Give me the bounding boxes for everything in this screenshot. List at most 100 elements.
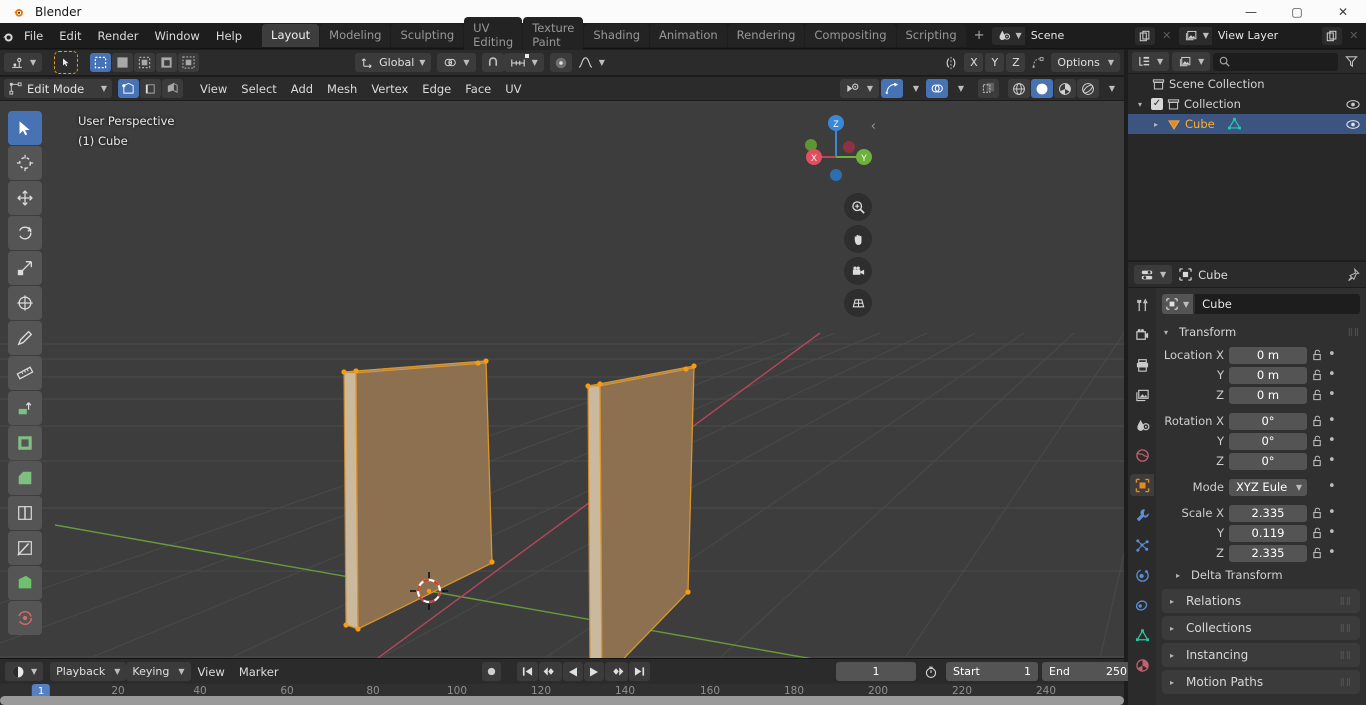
animate-dot-icon[interactable]: • (1328, 454, 1336, 467)
loop-cut-tool-button[interactable] (8, 496, 42, 530)
collections-panel[interactable]: ▸ Collections ⣿⣿ (1162, 616, 1360, 640)
pivot-point-dropdown[interactable]: ▼ (437, 53, 476, 72)
object-properties-tab[interactable] (1130, 474, 1154, 496)
view-layer-name[interactable]: View Layer (1211, 26, 1320, 45)
jump-to-end-button[interactable] (629, 662, 650, 681)
proportional-editing-button[interactable] (549, 53, 572, 72)
toggle-ortho-icon[interactable] (844, 289, 872, 317)
viewport-menu-add[interactable]: Add (284, 80, 320, 98)
3d-viewport[interactable]: User Perspective (1) Cube Z Y X ‹ (0, 101, 1124, 658)
workspace-tab-modeling[interactable]: Modeling (320, 24, 391, 47)
timeline-ruler[interactable]: 20 40 60 80 100 120 140 160 180 200 220 … (0, 684, 1124, 705)
expand-triangle-icon[interactable]: ▾ (1164, 328, 1173, 337)
expand-triangle-icon[interactable]: ▸ (1170, 597, 1179, 606)
measure-tool-button[interactable] (8, 356, 42, 390)
new-view-layer-button[interactable] (1321, 26, 1342, 45)
material-preview-button[interactable] (1054, 79, 1076, 98)
solid-shading-button[interactable] (1031, 79, 1053, 98)
gizmo-toggle-button[interactable] (881, 79, 903, 98)
viewport-canvas[interactable] (0, 101, 1124, 658)
timeline-menu-view[interactable]: View (191, 663, 232, 681)
mirror-y-button[interactable]: Y (985, 53, 1005, 72)
workspace-tab-layout[interactable]: Layout (262, 24, 320, 47)
modifier-properties-tab[interactable] (1130, 504, 1154, 526)
add-workspace-button[interactable]: + (967, 25, 992, 46)
select-intersect-button[interactable] (178, 53, 200, 72)
object-name-value[interactable]: Cube (1195, 294, 1360, 314)
frame-end-field[interactable]: End 250 (1042, 662, 1134, 681)
pin-icon[interactable] (1346, 267, 1360, 282)
gizmo-settings-dropdown[interactable]: ▼ (905, 79, 924, 98)
expand-triangle-icon[interactable]: ▾ (1138, 100, 1147, 109)
prev-keyframe-button[interactable] (539, 662, 562, 681)
delta-transform-panel[interactable]: ▸ Delta Transform (1162, 564, 1360, 586)
new-scene-button[interactable] (1134, 26, 1155, 45)
timeline-menu-playback[interactable]: Playback ▼ (50, 662, 127, 681)
animate-dot-icon[interactable]: • (1328, 546, 1336, 559)
lock-icon[interactable] (1312, 349, 1323, 361)
constraint-properties-tab[interactable] (1130, 594, 1154, 616)
mirror-x-button[interactable]: X (964, 53, 984, 72)
animate-dot-icon[interactable]: • (1328, 414, 1336, 427)
rotation-mode-dropdown[interactable]: XYZ Eule ▼ (1229, 478, 1307, 496)
mesh-data-icon[interactable] (1227, 117, 1242, 131)
properties-editor-type-button[interactable]: ▼ (1134, 265, 1173, 284)
rotation-z-field[interactable]: 0° (1229, 452, 1307, 470)
camera-view-icon[interactable] (844, 257, 872, 285)
scale-y-field[interactable]: 0.119 (1229, 524, 1307, 542)
expand-triangle-icon[interactable]: ▸ (1170, 678, 1179, 687)
remove-scene-button[interactable]: ✕ (1157, 27, 1177, 45)
animate-dot-icon[interactable]: • (1328, 526, 1336, 539)
object-visibility-dropdown[interactable]: ▼ (839, 79, 879, 98)
remove-view-layer-button[interactable]: ✕ (1344, 27, 1364, 45)
spin-tool-button[interactable] (8, 601, 42, 635)
physics-properties-tab[interactable] (1130, 564, 1154, 586)
vertex-select-button[interactable] (118, 79, 139, 98)
jump-to-start-button[interactable] (517, 662, 538, 681)
data-properties-tab[interactable] (1130, 624, 1154, 646)
animate-dot-icon[interactable]: • (1328, 388, 1336, 401)
lock-icon[interactable] (1312, 547, 1323, 559)
viewport-menu-select[interactable]: Select (234, 80, 283, 98)
animate-dot-icon[interactable]: • (1328, 368, 1336, 381)
viewport-menu-uv[interactable]: UV (498, 80, 528, 98)
navigation-gizmo[interactable]: Z Y X (796, 109, 876, 189)
transform-panel-header[interactable]: ▾ Transform ⣿⣿ (1162, 322, 1360, 342)
menu-edit[interactable]: Edit (51, 26, 89, 46)
select-extend-button[interactable] (112, 53, 134, 72)
annotate-tool-button[interactable] (8, 321, 42, 355)
instancing-panel[interactable]: ▸ Instancing ⣿⣿ (1162, 643, 1360, 667)
pan-hand-icon[interactable] (844, 225, 872, 253)
bevel-tool-button[interactable] (8, 461, 42, 495)
knife-tool-button[interactable] (8, 531, 42, 565)
view-layer-selector[interactable]: ▼ View Layer (1178, 26, 1320, 45)
workspace-tab-rendering[interactable]: Rendering (727, 24, 805, 47)
active-tool-button[interactable] (54, 51, 79, 74)
extrude-region-tool-button[interactable] (8, 391, 42, 425)
location-x-field[interactable]: 0 m (1229, 346, 1307, 364)
overlays-toggle-button[interactable] (926, 79, 948, 98)
workspace-tab-uv-editing[interactable]: UV Editing (464, 17, 523, 54)
transform-pivot-button[interactable]: ▼ (4, 53, 43, 72)
play-button[interactable] (584, 662, 604, 681)
expand-triangle-icon[interactable]: ▸ (1154, 120, 1163, 129)
lock-icon[interactable] (1312, 369, 1323, 381)
select-new-button[interactable] (90, 53, 112, 72)
menu-help[interactable]: Help (208, 26, 250, 46)
timeline-menu-marker[interactable]: Marker (232, 663, 286, 681)
minimize-button[interactable]: — (1228, 0, 1274, 23)
menu-window[interactable]: Window (146, 26, 207, 46)
auto-keying-record-button[interactable] (482, 662, 501, 681)
wireframe-shading-button[interactable] (1008, 79, 1030, 98)
collection-checkbox[interactable]: ✓ (1151, 98, 1163, 110)
scene-properties-tab[interactable] (1130, 414, 1154, 436)
use-preview-range-button[interactable] (920, 662, 942, 681)
inset-faces-tool-button[interactable] (8, 426, 42, 460)
collection-visibility-eye-icon[interactable] (1346, 99, 1360, 110)
workspace-tab-scripting[interactable]: Scripting (896, 24, 966, 47)
falloff-type-dropdown[interactable]: ▼ (572, 53, 611, 72)
search-input[interactable] (1213, 52, 1338, 71)
lock-icon[interactable] (1312, 415, 1323, 427)
scene-browse-icon[interactable]: ▼ (991, 26, 1025, 45)
maximize-button[interactable]: ▢ (1274, 0, 1320, 23)
